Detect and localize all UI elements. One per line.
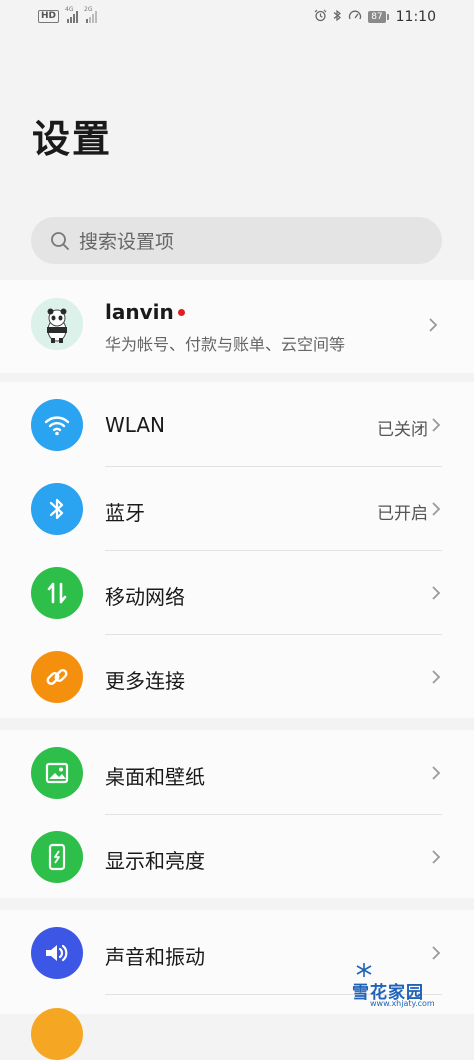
display-icon [31,831,83,883]
settings-item-value: 已开启 [377,504,428,524]
page-title: 设置 [32,117,113,161]
search-placeholder: 搜索设置项 [79,231,175,253]
account-subtitle: 华为帐号、付款与账单、云空间等 [105,335,346,354]
settings-item-label: 显示和亮度 [105,849,205,873]
settings-item-label: WLAN [105,413,166,437]
settings-item-wlan[interactable]: WLAN 已关闭 [0,382,474,466]
chevron-right-icon [432,850,441,864]
settings-item-label: 更多连接 [105,669,185,693]
notification-dot [177,309,185,316]
settings-item-label: 移动网络 [105,585,185,609]
chevron-right-icon [429,318,438,332]
hd-voice-icon: HD [38,10,60,23]
wallpaper-icon [31,747,83,799]
link-icon [31,651,83,703]
account-name: lanvin [105,300,185,324]
settings-item-mobile-network[interactable]: 移动网络 [0,550,474,634]
signal-sim2-icon: 2G [84,6,98,23]
wifi-icon [31,399,83,451]
mobile-network-icon [31,567,83,619]
search-icon [49,230,71,252]
battery-indicator: 87 [368,11,390,23]
status-bar: HD 4G 2G 87 11:10 [0,0,474,36]
signal-sim1-icon: 4G [65,6,79,23]
settings-item-display-brightness[interactable]: 显示和亮度 [0,814,474,898]
watermark-url: www.xhjaty.com [370,999,435,1008]
chevron-right-icon [432,670,441,684]
next-item-icon-partial [31,1008,83,1060]
snowflake-logo-icon [356,963,372,977]
chevron-right-icon [432,766,441,780]
sound-icon [31,927,83,979]
settings-item-bluetooth[interactable]: 蓝牙 已开启 [0,466,474,550]
chevron-right-icon [432,418,441,432]
bluetooth-icon [31,483,83,535]
display-group: 桌面和壁纸 显示和亮度 [0,730,474,898]
bluetooth-icon [333,9,342,25]
data-saver-icon [348,9,362,25]
settings-item-more-connections[interactable]: 更多连接 [0,634,474,718]
clock: 11:10 [395,9,436,25]
settings-item-label: 声音和振动 [105,945,205,969]
chevron-right-icon [432,946,441,960]
settings-item-label: 蓝牙 [105,501,145,525]
search-input[interactable]: 搜索设置项 [31,217,442,264]
chevron-right-icon [432,502,441,516]
chevron-right-icon [432,586,441,600]
avatar[interactable] [31,298,83,350]
panda-avatar-icon [31,298,83,350]
alarm-icon [314,9,327,25]
settings-item-label: 桌面和壁纸 [105,765,205,789]
settings-item-value: 已关闭 [377,420,428,440]
connectivity-group: WLAN 已关闭 蓝牙 已开启 移动网络 更多连接 [0,382,474,718]
settings-item-home-wallpaper[interactable]: 桌面和壁纸 [0,730,474,814]
